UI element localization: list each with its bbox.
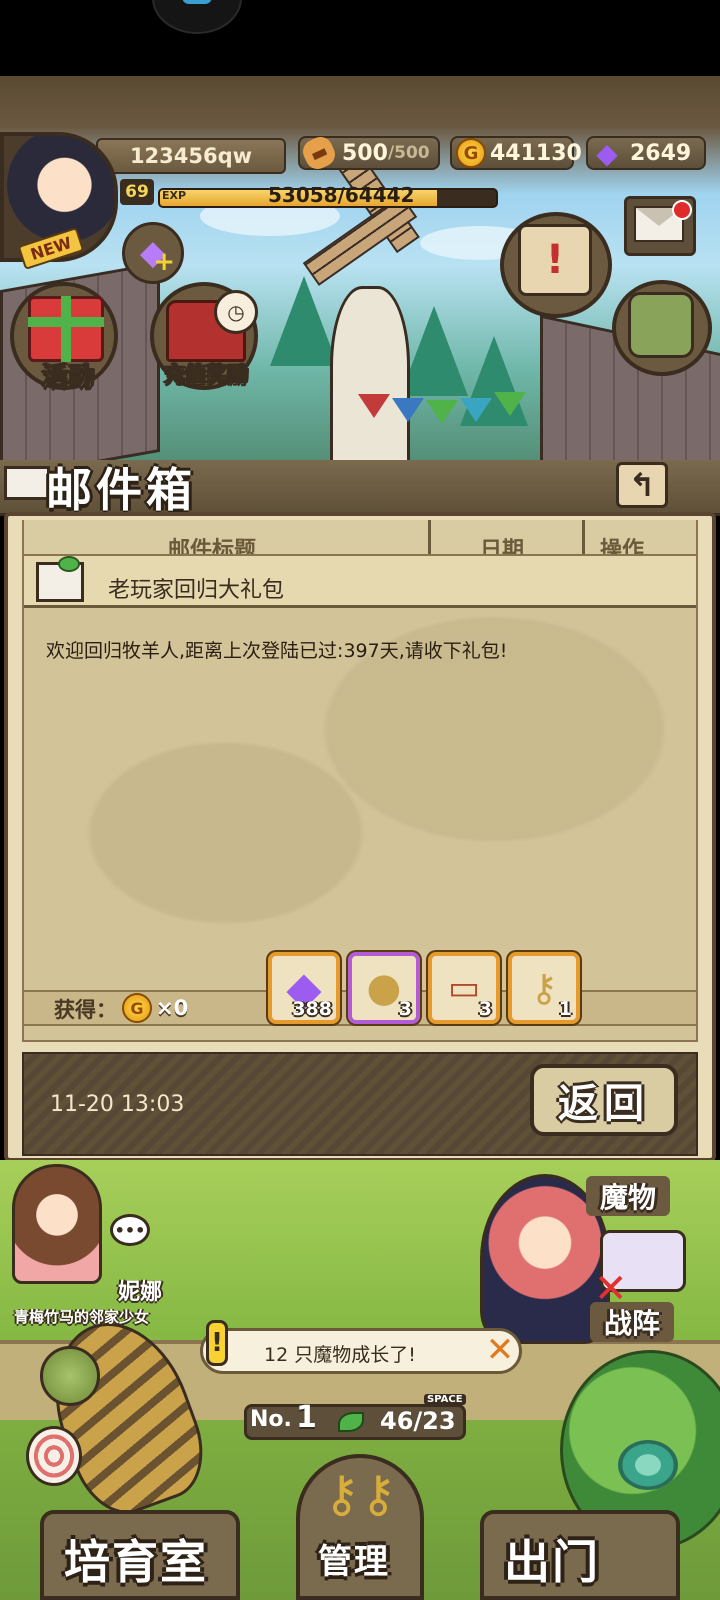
gold-coin-icon: G [122,993,152,1023]
stamina-current: 500 [342,140,388,166]
space-count: 46/23 [380,1407,456,1435]
manage-button-label: 管理 [318,1542,390,1582]
status-bar [0,0,720,76]
item-count: 3 [398,998,412,1020]
bunting-flag [494,392,526,416]
quest-scroll-icon: ! [518,224,592,296]
swirl-portal-icon [618,1440,678,1490]
notification-dot [672,200,692,220]
bunting-flag [460,398,492,422]
column-divider [428,520,431,554]
backpack-icon [628,292,694,358]
reward-item-ticket[interactable]: ▭ 3 [428,952,500,1024]
nursery-button[interactable]: 培育室 [64,1526,208,1592]
npc-name: 妮娜 [118,1280,163,1305]
gold-value: 441130 [490,140,582,166]
column-header-action: 操作 [600,538,645,556]
pine-tree [270,276,338,366]
gold-coin-icon: G [456,138,486,168]
gem-counter[interactable]: ◆ 2649 [586,136,706,170]
gem-value: 2649 [630,140,692,166]
clock-icon: ◷ [214,290,258,334]
mail-date: 11-20 13:03 [50,1092,185,1117]
username-label: 123456qw [96,138,286,174]
column-header-title: 邮件标题 [168,538,257,556]
item-count: 1 [558,998,572,1020]
item-count: 3 [478,998,492,1020]
alert-icon: ! [206,1320,228,1366]
obtain-label: 获得： [54,998,117,1022]
reward-item-key[interactable]: ⚷ 1 [508,952,580,1024]
mailbox-title: 邮件箱 [46,463,196,517]
growth-notice-text: 12 只魔物成长了! [264,1344,416,1366]
exit-button[interactable]: 出门 [504,1526,600,1592]
monster-egg[interactable] [40,1346,100,1406]
gift-box-icon [28,296,104,362]
npc-avatar[interactable] [12,1164,102,1284]
chat-bubble-icon[interactable]: ••• [110,1214,150,1246]
bunting-flag [426,400,458,424]
back-arrow-icon: ↰ [628,466,656,504]
windmill-tower [330,286,410,486]
plus-icon: + [153,247,175,277]
ribbon-icon [58,556,80,572]
npc-description: 青梅竹马的邻家少女 [14,1308,150,1326]
bunting-flag [358,394,390,418]
player-level: 69 [120,179,154,205]
exp-value: 53058/64442 [268,183,415,207]
reward-gold-count: ×0 [156,996,189,1020]
reward-item-sack[interactable]: ● 3 [348,952,420,1024]
farm-number-label: No. [250,1407,292,1432]
formation-button[interactable]: 战阵 [590,1302,675,1342]
mail-body: 欢迎回归牧羊人,距离上次登陆已过:397天,请收下礼包! [46,640,508,662]
mail-list-header: 邮件标题 日期 操作 [24,520,696,556]
item-count: 388 [292,998,332,1020]
gold-counter[interactable]: G 441130 [450,136,582,170]
space-label: SPACE [424,1394,466,1405]
farm-number: 1 [296,1400,317,1435]
gem-icon: ◆ [596,136,618,170]
envelope-icon [4,466,50,500]
monster-button[interactable]: 魔物 [586,1176,671,1216]
pine-tree [400,306,468,396]
keys-icon: ⚷⚷ [323,1465,397,1523]
recharge-reward-label: 充值奖励 [164,362,249,387]
monster-egg[interactable] [26,1426,82,1486]
bread-icon: ▬ [299,133,339,173]
column-header-date: 日期 [480,538,525,556]
bunting-flag [392,398,424,422]
event-button-label: 活动 [41,362,94,393]
stamina-counter[interactable]: ▬ 500/500 [298,133,440,173]
back-arrow-button[interactable]: ↰ [616,462,668,508]
mail-subject: 老玩家回归大礼包 [108,578,285,603]
return-button[interactable]: 返回 [530,1064,678,1136]
stamina-max: /500 [387,143,430,163]
buy-gems-button[interactable]: ◆ + [122,222,184,284]
reward-item-gem[interactable]: ◆ 388 [268,952,340,1024]
exp-label: EXP [162,189,187,202]
column-divider [582,520,585,554]
close-icon[interactable]: ✕ [484,1330,516,1370]
